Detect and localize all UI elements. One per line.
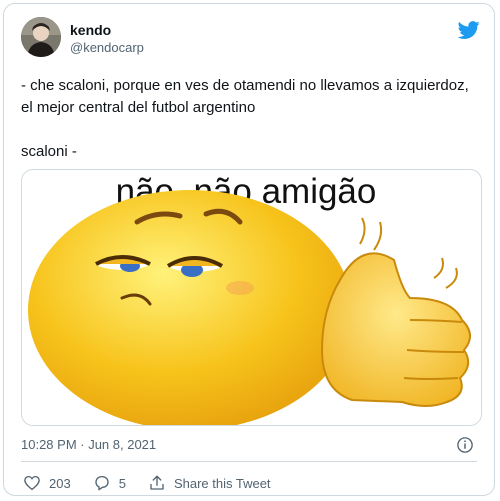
like-count: 203 (49, 475, 71, 491)
tweet-media[interactable]: não, não amigão (21, 169, 482, 426)
twitter-bird-icon[interactable] (458, 19, 480, 41)
author-name[interactable]: kendo (70, 22, 111, 38)
avatar-image (21, 17, 61, 57)
avatar[interactable] (21, 17, 61, 57)
author-handle[interactable]: @kendocarp (70, 40, 144, 55)
reply-count: 5 (118, 475, 126, 491)
tweet-reply-line: scaloni - (21, 143, 77, 160)
share-label: Share this Tweet (173, 475, 271, 491)
info-icon[interactable] (456, 436, 474, 454)
like-button[interactable]: 203 (23, 474, 71, 492)
reply-icon (95, 475, 109, 491)
tweet-actions: 203 5 Share this Tweet (23, 473, 293, 493)
share-button[interactable]: Share this Tweet (148, 474, 271, 492)
tweet-text: - che scaloni, porque en ves de otamendi… (21, 75, 481, 163)
meme-image: não, não amigão (22, 170, 481, 425)
emoji-face (28, 190, 352, 425)
heart-icon (24, 475, 40, 491)
share-icon (150, 475, 164, 490)
tweet-card: kendo @kendocarp - che scaloni, porque e… (3, 3, 495, 496)
reply-button[interactable]: 5 (93, 474, 126, 492)
divider (21, 461, 477, 462)
tweet-body: - che scaloni, porque en ves de otamendi… (21, 77, 469, 116)
tweet-timestamp[interactable]: 10:28 PM · Jun 8, 2021 (21, 437, 156, 452)
